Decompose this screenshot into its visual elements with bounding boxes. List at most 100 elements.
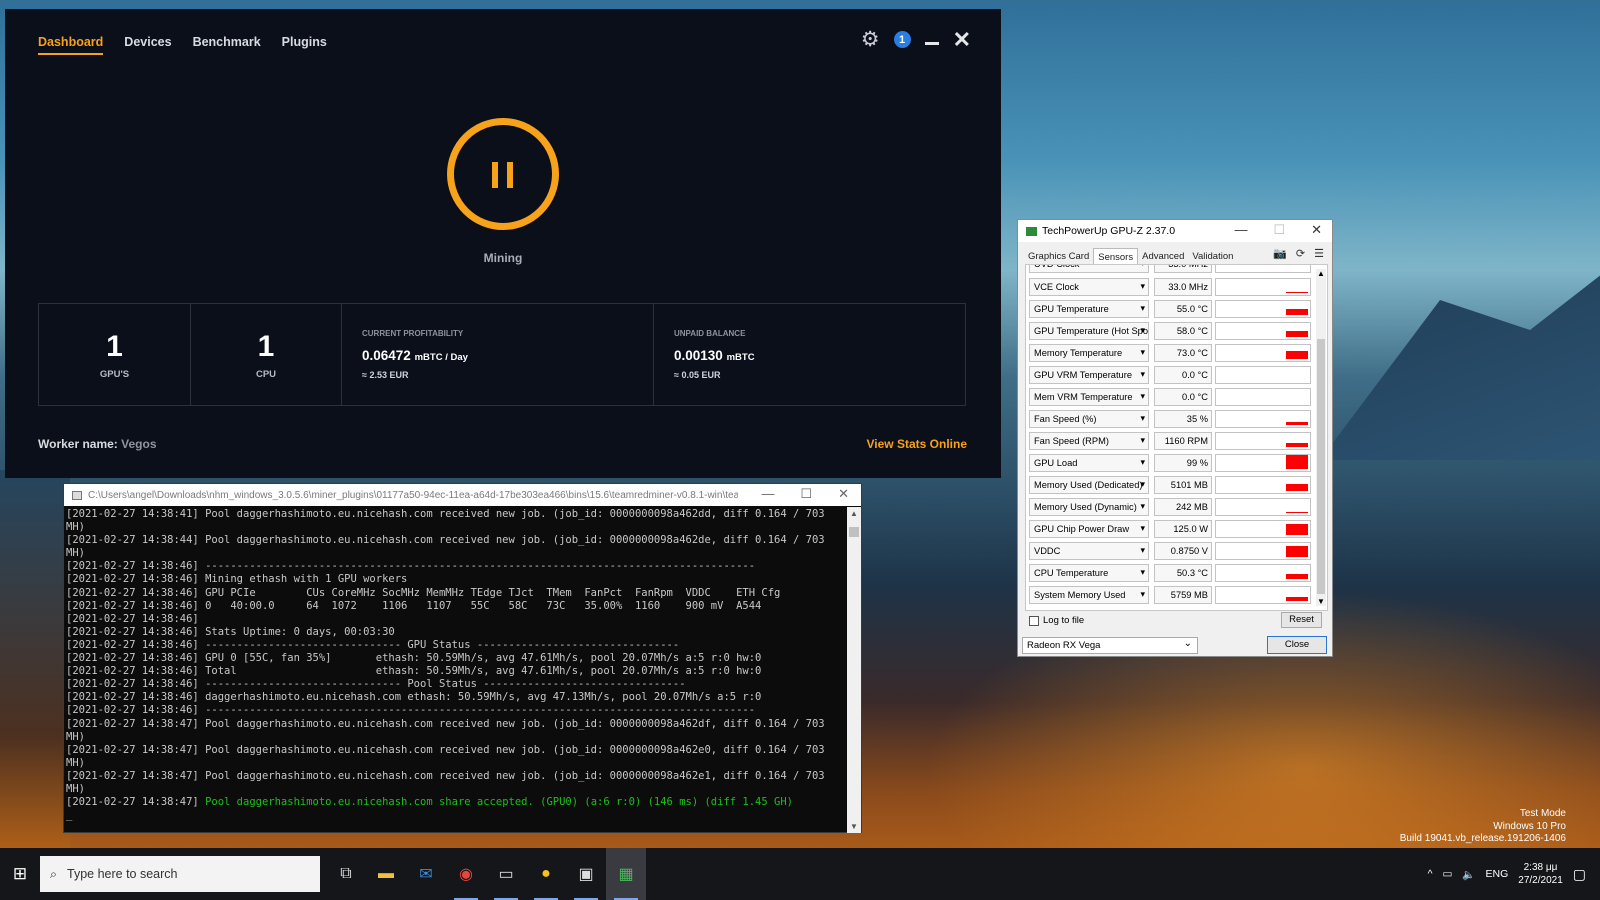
sensor-value: 0.0 °C	[1154, 366, 1212, 384]
log-checkbox[interactable]	[1029, 615, 1039, 626]
gear-icon[interactable]: ⚙	[861, 27, 880, 52]
sensor-name[interactable]: GPU Load	[1029, 454, 1149, 472]
close-button[interactable]: ✕	[1311, 222, 1322, 238]
log-to-file[interactable]: Log to file	[1029, 615, 1084, 626]
sensor-name[interactable]: VCE Clock	[1029, 278, 1149, 296]
sensor-name[interactable]: System Memory Used	[1029, 586, 1149, 604]
sensor-level-bar	[1286, 443, 1308, 447]
sensor-name[interactable]: Memory Used (Dynamic)	[1029, 498, 1149, 516]
nicehash-icon[interactable]: ●	[526, 848, 566, 900]
scroll-down-icon[interactable]: ▼	[850, 822, 858, 831]
watermark-line: Build 19041.vb_release.191206-1406	[1399, 833, 1566, 844]
sensor-name[interactable]: Fan Speed (%)	[1029, 410, 1149, 428]
file-explorer-icon[interactable]: ▬	[366, 848, 406, 900]
gpuz-controls: — ☐ ✕	[1234, 222, 1322, 238]
sensor-level-bar	[1286, 331, 1308, 337]
console-line: [2021-02-27 14:38:47] Pool daggerhashimo…	[66, 743, 825, 756]
sensor-name[interactable]: UVD Clock	[1029, 265, 1149, 273]
search-placeholder: Type here to search	[67, 867, 178, 881]
sensor-level-bar	[1286, 512, 1308, 513]
reset-button[interactable]: Reset	[1281, 612, 1322, 628]
refresh-icon[interactable]: ⟳	[1296, 247, 1305, 260]
sensor-row: GPU Temperature (Hot Spot) 58.0 °C	[1029, 322, 1319, 340]
console-line: MH)	[66, 730, 85, 743]
sensor-graph	[1215, 586, 1311, 604]
sensor-graph	[1215, 388, 1311, 406]
sensor-graph	[1215, 344, 1311, 362]
gpu-count: 1	[106, 330, 123, 363]
task-view-icon[interactable]: ⧉	[326, 848, 366, 900]
minimize-button[interactable]	[924, 42, 939, 45]
nav-dashboard[interactable]: Dashboard	[38, 35, 104, 55]
sensor-name[interactable]: Memory Used (Dedicated)	[1029, 476, 1149, 494]
console-line: [2021-02-27 14:38:46] ------------------…	[66, 704, 756, 717]
sensor-graph	[1215, 278, 1311, 296]
notifications-icon[interactable]: ▢	[1573, 866, 1586, 883]
console-scrollbar[interactable]: ▲ ▼	[847, 507, 861, 833]
sensor-row: Memory Temperature 73.0 °C	[1029, 344, 1319, 362]
console-titlebar[interactable]: C:\Users\angel\Downloads\nhm_windows_3.0…	[64, 484, 861, 506]
menu-icon[interactable]: ☰	[1314, 247, 1324, 260]
sensor-value: 125.0 W	[1154, 520, 1212, 538]
gpuz-titlebar[interactable]: TechPowerUp GPU-Z 2.37.0 — ☐ ✕	[1018, 220, 1332, 242]
sensor-list: ▲ ▼ UVD Clock33.0 MHzVCE Clock33.0 MHzGP…	[1025, 264, 1328, 611]
console-output[interactable]: [2021-02-27 14:38:41] Pool daggerhashimo…	[64, 507, 848, 833]
windows-start-icon[interactable]: ⊞	[0, 848, 40, 900]
gpu-count-label: GPU'S	[99, 369, 130, 380]
maximize-button[interactable]: ☐	[800, 486, 812, 502]
sensor-name[interactable]: Mem VRM Temperature	[1029, 388, 1149, 406]
gpu-select[interactable]: Radeon RX Vega	[1022, 637, 1198, 654]
gpuz-taskbar-icon[interactable]: ▦	[606, 848, 646, 900]
chrome-icon[interactable]: ◉	[446, 848, 486, 900]
sensor-name[interactable]: GPU Temperature	[1029, 300, 1149, 318]
gpu-count-card: 1 GPU'S	[39, 304, 191, 405]
sensor-name[interactable]: VDDC	[1029, 542, 1149, 560]
console-cursor: _	[66, 809, 73, 822]
sensor-name[interactable]: Fan Speed (RPM)	[1029, 432, 1149, 450]
view-stats-link[interactable]: View Stats Online	[867, 437, 967, 451]
camera-icon[interactable]: 📷	[1273, 247, 1287, 260]
console-icon[interactable]: ▭	[486, 848, 526, 900]
sensor-name[interactable]: GPU Temperature (Hot Spot)	[1029, 322, 1149, 340]
clock[interactable]: 2:38 μμ 27/2/2021	[1518, 861, 1563, 887]
nav-benchmark[interactable]: Benchmark	[193, 35, 261, 55]
pause-mining-button[interactable]	[447, 118, 559, 230]
mail-icon[interactable]: ✉	[406, 848, 446, 900]
scroll-up-icon[interactable]: ▲	[850, 509, 858, 518]
scroll-thumb[interactable]	[849, 527, 859, 537]
sensor-name[interactable]: GPU Chip Power Draw	[1029, 520, 1149, 538]
sensor-row: Memory Used (Dedicated) 5101 MB	[1029, 476, 1319, 494]
close-button[interactable]: ✕	[838, 486, 849, 502]
sensor-value: 55.0 °C	[1154, 300, 1212, 318]
sensor-level-bar	[1286, 597, 1308, 601]
chevron-up-icon[interactable]: ^	[1428, 868, 1433, 880]
app-icon[interactable]: ▣	[566, 848, 606, 900]
language-indicator[interactable]: ENG	[1486, 868, 1509, 880]
sensor-name[interactable]: CPU Temperature	[1029, 564, 1149, 582]
console-line: [2021-02-27 14:38:44] Pool daggerhashimo…	[66, 534, 825, 547]
sensor-row: Fan Speed (%) 35 %	[1029, 410, 1319, 428]
nav-devices[interactable]: Devices	[124, 35, 171, 55]
notification-badge[interactable]: 1	[893, 31, 911, 48]
sensor-graph	[1215, 410, 1311, 428]
sensor-row: VDDC 0.8750 V	[1029, 542, 1319, 560]
minimize-button[interactable]: —	[761, 486, 774, 502]
log-label: Log to file	[1043, 615, 1085, 626]
sensor-value: 1160 RPM	[1154, 432, 1212, 450]
balance-number: 0.00130	[674, 348, 723, 363]
taskbar-search[interactable]: ⌕ Type here to search	[40, 856, 320, 892]
sensor-name[interactable]: Memory Temperature	[1029, 344, 1149, 362]
minimize-button[interactable]: —	[1234, 222, 1247, 238]
nav-plugins[interactable]: Plugins	[282, 35, 327, 55]
system-tray: ^ ▭ 🔈 ENG 2:38 μμ 27/2/2021 ▢	[1428, 848, 1600, 900]
gpuz-icon	[1026, 226, 1037, 236]
network-icon[interactable]: ▭	[1443, 868, 1453, 880]
close-button[interactable]: ✕	[953, 28, 971, 51]
sensor-graph	[1215, 265, 1311, 273]
sensor-graph	[1215, 366, 1311, 384]
volume-icon[interactable]: 🔈	[1462, 868, 1475, 881]
profitability-fiat: ≈ 2.53 EUR	[362, 370, 409, 380]
pause-icon-bar	[492, 162, 498, 188]
gpuz-close-button[interactable]: Close	[1267, 636, 1327, 654]
sensor-name[interactable]: GPU VRM Temperature	[1029, 366, 1149, 384]
